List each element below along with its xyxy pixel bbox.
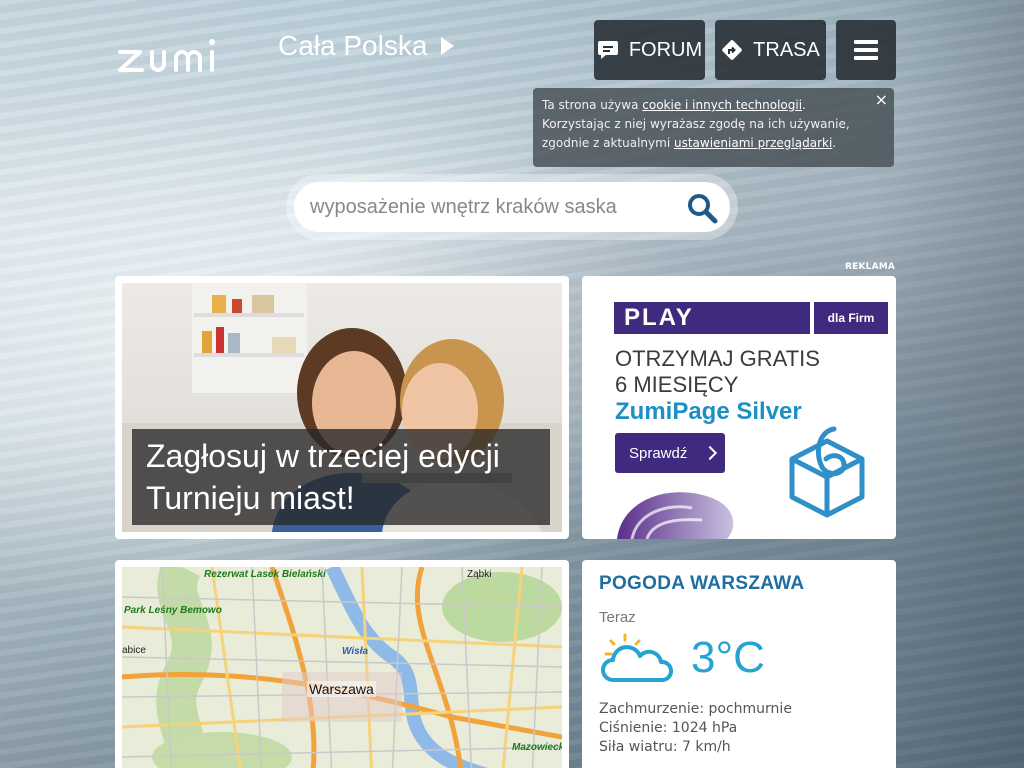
promo-caption: Zagłosuj w trzeciej edycji Turnieju mias… [132, 429, 550, 525]
weather-clouds: Zachmurzenie: pochmurnie [599, 701, 792, 717]
weather-wind: Siła wiatru: 7 km/h [599, 739, 731, 755]
weather-details: Zachmurzenie: pochmurnie Ciśnienie: 1024… [599, 700, 879, 757]
weather-card[interactable]: POGODA WARSZAWA Teraz 3°C Zachmurzenie: … [582, 560, 896, 768]
cookie-notice: Ta strona używa cookie i innych technolo… [533, 88, 894, 167]
promo-card[interactable]: Zagłosuj w trzeciej edycji Turnieju mias… [115, 276, 569, 539]
cookie-technologies-link[interactable]: cookie i innych technologii [642, 98, 802, 112]
browser-settings-link[interactable]: ustawieniami przeglądarki [674, 136, 832, 150]
search-bar [286, 174, 738, 240]
decorative-swirl-icon [617, 492, 734, 539]
map-city-label: Warszawa [307, 681, 376, 697]
forum-label: FORUM [628, 38, 703, 61]
cookie-text: Ta strona używa [542, 98, 643, 112]
region-selector[interactable]: Cała Polska [278, 30, 455, 62]
map-label-lasek: Rezerwat Lasek Bielański [204, 569, 326, 580]
weather-title: POGODA WARSZAWA [599, 573, 805, 594]
promo-photo: Zagłosuj w trzeciej edycji Turnieju mias… [122, 283, 562, 532]
trasa-label: TRASA [753, 38, 820, 61]
map-view[interactable]: Rezerwat Lasek Bielański Park Leśny Bemo… [122, 567, 562, 768]
ad-line-2: 6 MIESIĘCY [615, 372, 739, 397]
cube-six-icon [789, 426, 865, 518]
search-input[interactable] [294, 182, 730, 232]
chat-bubble-icon [597, 41, 618, 59]
play-arrow-icon [441, 37, 455, 55]
hamburger-icon [854, 40, 878, 60]
route-sign-icon [722, 40, 742, 60]
forum-button[interactable]: FORUM [594, 20, 705, 80]
zumi-logo[interactable] [116, 30, 256, 74]
ad-label: REKLAMA [845, 262, 896, 272]
close-icon[interactable]: × [875, 90, 888, 109]
menu-button[interactable] [836, 20, 896, 80]
map-place-zabki: Ząbki [467, 569, 492, 580]
ad-line-1: OTRZYMAJ GRATIS [615, 346, 820, 371]
weather-temperature: 3°C [691, 633, 765, 682]
map-label-bemowo: Park Leśny Bemowo [124, 605, 222, 616]
map-label-wisla: Wisła [342, 646, 369, 657]
check-label: Sprawdź [629, 444, 688, 462]
play-logo: PLAY [614, 302, 810, 334]
ad-product: ZumiPage Silver [615, 398, 802, 425]
map-tiles [122, 567, 562, 768]
map-card[interactable]: Rezerwat Lasek Bielański Park Leśny Bemo… [115, 560, 569, 768]
weather-now-label: Teraz [599, 609, 636, 626]
weather-pressure: Ciśnienie: 1024 hPa [599, 720, 738, 736]
search-icon[interactable] [684, 190, 720, 226]
region-label: Cała Polska [278, 30, 428, 61]
check-button[interactable]: Sprawdź [615, 433, 725, 473]
play-subtitle: dla Firm [814, 302, 888, 334]
map-label-mazowiecki: Mazowiecki [512, 742, 562, 753]
sun-cloud-icon [601, 633, 673, 682]
chevron-right-icon [703, 445, 718, 461]
ad-banner[interactable]: PLAY dla Firm OTRZYMAJ GRATIS 6 MIESIĘCY… [582, 276, 896, 539]
map-place-babice: abice [122, 645, 146, 656]
trasa-button[interactable]: TRASA [715, 20, 826, 80]
cookie-text-3: . [832, 136, 837, 150]
